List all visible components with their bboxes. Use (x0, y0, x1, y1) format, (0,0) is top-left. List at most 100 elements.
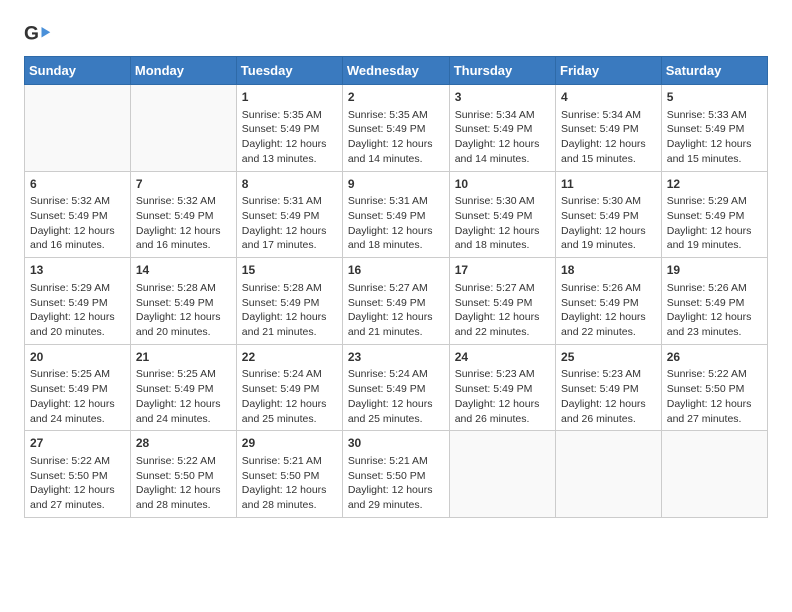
day-info: Sunrise: 5:22 AM Sunset: 5:50 PM Dayligh… (30, 454, 125, 513)
calendar-cell: 27 Sunrise: 5:22 AM Sunset: 5:50 PM Dayli… (25, 431, 131, 518)
day-number: 16 (348, 262, 444, 279)
calendar-cell: 14 Sunrise: 5:28 AM Sunset: 5:49 PM Dayli… (130, 258, 236, 345)
day-info: Sunrise: 5:25 AM Sunset: 5:49 PM Dayligh… (136, 367, 231, 426)
calendar-cell: 21Sunrise: 5:25 AM Sunset: 5:49 PM Dayli… (130, 344, 236, 431)
calendar-table: SundayMondayTuesdayWednesdayThursdayFrid… (24, 56, 768, 518)
header-thursday: Thursday (449, 57, 555, 85)
day-info: Sunrise: 5:23 AM Sunset: 5:49 PM Dayligh… (455, 367, 550, 426)
day-info: Sunrise: 5:24 AM Sunset: 5:49 PM Dayligh… (348, 367, 444, 426)
calendar-cell: 5Sunrise: 5:33 AM Sunset: 5:49 PM Daylig… (661, 85, 767, 172)
day-number: 21 (136, 349, 231, 366)
day-info: Sunrise: 5:29 AM Sunset: 5:49 PM Dayligh… (667, 194, 762, 253)
day-number: 17 (455, 262, 550, 279)
day-info: Sunrise: 5:25 AM Sunset: 5:49 PM Dayligh… (30, 367, 125, 426)
day-number: 13 (30, 262, 125, 279)
day-number: 12 (667, 176, 762, 193)
calendar-week-1: 1Sunrise: 5:35 AM Sunset: 5:49 PM Daylig… (25, 85, 768, 172)
calendar-cell: 8Sunrise: 5:31 AM Sunset: 5:49 PM Daylig… (236, 171, 342, 258)
day-number: 3 (455, 89, 550, 106)
header: G (24, 20, 768, 48)
header-saturday: Saturday (661, 57, 767, 85)
header-sunday: Sunday (25, 57, 131, 85)
day-number: 30 (348, 435, 444, 452)
day-number: 26 (667, 349, 762, 366)
day-number: 22 (242, 349, 337, 366)
day-number: 10 (455, 176, 550, 193)
calendar-cell: 2 Sunrise: 5:35 AM Sunset: 5:49 PM Daylig… (342, 85, 449, 172)
calendar-cell: 13 Sunrise: 5:29 AM Sunset: 5:49 PM Dayli… (25, 258, 131, 345)
calendar-cell: 30 Sunrise: 5:21 AM Sunset: 5:50 PM Dayli… (342, 431, 449, 518)
day-number: 9 (348, 176, 444, 193)
day-info: Sunrise: 5:35 AM Sunset: 5:49 PM Dayligh… (348, 108, 444, 167)
calendar-cell: 6Sunrise: 5:32 AM Sunset: 5:49 PM Daylig… (25, 171, 131, 258)
day-info: Sunrise: 5:22 AM Sunset: 5:50 PM Dayligh… (136, 454, 231, 513)
day-info: Sunrise: 5:29 AM Sunset: 5:49 PM Dayligh… (30, 281, 125, 340)
calendar-cell (449, 431, 555, 518)
day-number: 23 (348, 349, 444, 366)
calendar-header-row: SundayMondayTuesdayWednesdayThursdayFrid… (25, 57, 768, 85)
header-tuesday: Tuesday (236, 57, 342, 85)
day-info: Sunrise: 5:24 AM Sunset: 5:49 PM Dayligh… (242, 367, 337, 426)
calendar-week-5: 27 Sunrise: 5:22 AM Sunset: 5:50 PM Dayli… (25, 431, 768, 518)
day-info: Sunrise: 5:21 AM Sunset: 5:50 PM Dayligh… (348, 454, 444, 513)
calendar-cell: 16Sunrise: 5:27 AM Sunset: 5:49 PM Dayli… (342, 258, 449, 345)
logo: G (24, 20, 56, 48)
day-number: 15 (242, 262, 337, 279)
day-info: Sunrise: 5:23 AM Sunset: 5:49 PM Dayligh… (561, 367, 656, 426)
day-info: Sunrise: 5:30 AM Sunset: 5:49 PM Dayligh… (561, 194, 656, 253)
calendar-cell: 23Sunrise: 5:24 AM Sunset: 5:49 PM Dayli… (342, 344, 449, 431)
calendar-cell: 7Sunrise: 5:32 AM Sunset: 5:49 PM Daylig… (130, 171, 236, 258)
calendar-cell: 28 Sunrise: 5:22 AM Sunset: 5:50 PM Dayli… (130, 431, 236, 518)
calendar-cell: 4Sunrise: 5:34 AM Sunset: 5:49 PM Daylig… (556, 85, 662, 172)
calendar-cell: 3Sunrise: 5:34 AM Sunset: 5:49 PM Daylig… (449, 85, 555, 172)
day-number: 2 (348, 89, 444, 106)
day-number: 8 (242, 176, 337, 193)
header-monday: Monday (130, 57, 236, 85)
calendar-cell: 10Sunrise: 5:30 AM Sunset: 5:49 PM Dayli… (449, 171, 555, 258)
day-info: Sunrise: 5:28 AM Sunset: 5:49 PM Dayligh… (136, 281, 231, 340)
header-friday: Friday (556, 57, 662, 85)
svg-text:G: G (24, 23, 39, 44)
day-info: Sunrise: 5:30 AM Sunset: 5:49 PM Dayligh… (455, 194, 550, 253)
day-number: 14 (136, 262, 231, 279)
day-info: Sunrise: 5:26 AM Sunset: 5:49 PM Dayligh… (667, 281, 762, 340)
calendar-cell: 18Sunrise: 5:26 AM Sunset: 5:49 PM Dayli… (556, 258, 662, 345)
calendar-week-4: 20Sunrise: 5:25 AM Sunset: 5:49 PM Dayli… (25, 344, 768, 431)
calendar-cell: 19 Sunrise: 5:26 AM Sunset: 5:49 PM Dayli… (661, 258, 767, 345)
header-wednesday: Wednesday (342, 57, 449, 85)
day-number: 4 (561, 89, 656, 106)
calendar-cell (130, 85, 236, 172)
calendar-cell (25, 85, 131, 172)
day-info: Sunrise: 5:27 AM Sunset: 5:49 PM Dayligh… (455, 281, 550, 340)
calendar-cell: 15 Sunrise: 5:28 AM Sunset: 5:49 PM Dayli… (236, 258, 342, 345)
day-number: 28 (136, 435, 231, 452)
day-number: 7 (136, 176, 231, 193)
calendar-cell: 12Sunrise: 5:29 AM Sunset: 5:49 PM Dayli… (661, 171, 767, 258)
calendar-cell: 9Sunrise: 5:31 AM Sunset: 5:49 PM Daylig… (342, 171, 449, 258)
day-info: Sunrise: 5:33 AM Sunset: 5:49 PM Dayligh… (667, 108, 762, 167)
day-number: 25 (561, 349, 656, 366)
day-info: Sunrise: 5:32 AM Sunset: 5:49 PM Dayligh… (30, 194, 125, 253)
day-number: 24 (455, 349, 550, 366)
calendar-week-2: 6Sunrise: 5:32 AM Sunset: 5:49 PM Daylig… (25, 171, 768, 258)
day-number: 29 (242, 435, 337, 452)
day-info: Sunrise: 5:31 AM Sunset: 5:49 PM Dayligh… (348, 194, 444, 253)
calendar-cell: 1Sunrise: 5:35 AM Sunset: 5:49 PM Daylig… (236, 85, 342, 172)
day-number: 27 (30, 435, 125, 452)
day-info: Sunrise: 5:21 AM Sunset: 5:50 PM Dayligh… (242, 454, 337, 513)
calendar-cell: 22Sunrise: 5:24 AM Sunset: 5:49 PM Dayli… (236, 344, 342, 431)
day-info: Sunrise: 5:28 AM Sunset: 5:49 PM Dayligh… (242, 281, 337, 340)
calendar-cell: 26Sunrise: 5:22 AM Sunset: 5:50 PM Dayli… (661, 344, 767, 431)
calendar-week-3: 13 Sunrise: 5:29 AM Sunset: 5:49 PM Dayli… (25, 258, 768, 345)
calendar-cell: 20Sunrise: 5:25 AM Sunset: 5:49 PM Dayli… (25, 344, 131, 431)
calendar-cell: 29 Sunrise: 5:21 AM Sunset: 5:50 PM Dayli… (236, 431, 342, 518)
day-info: Sunrise: 5:22 AM Sunset: 5:50 PM Dayligh… (667, 367, 762, 426)
calendar-cell: 11Sunrise: 5:30 AM Sunset: 5:49 PM Dayli… (556, 171, 662, 258)
day-info: Sunrise: 5:35 AM Sunset: 5:49 PM Dayligh… (242, 108, 337, 167)
day-number: 11 (561, 176, 656, 193)
day-number: 19 (667, 262, 762, 279)
logo-icon: G (24, 20, 52, 48)
calendar-cell: 25Sunrise: 5:23 AM Sunset: 5:49 PM Dayli… (556, 344, 662, 431)
day-number: 18 (561, 262, 656, 279)
day-info: Sunrise: 5:32 AM Sunset: 5:49 PM Dayligh… (136, 194, 231, 253)
